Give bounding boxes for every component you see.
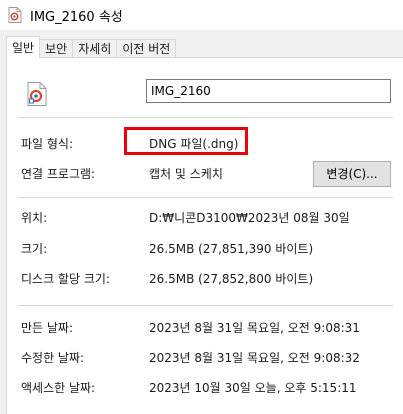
file-type-label: 파일 형식: xyxy=(21,137,74,151)
dng-file-icon xyxy=(27,82,47,106)
dng-file-icon xyxy=(8,7,22,23)
tab-details[interactable]: 자세히 xyxy=(72,39,118,58)
size-label: 크기: xyxy=(21,242,48,256)
highlight-annotation xyxy=(124,127,248,155)
properties-window: IMG_2160 속성 일반 보안 자세히 이전 버전 파일 형식: DNG 파… xyxy=(0,0,403,414)
tab-general[interactable]: 일반 xyxy=(6,36,41,58)
accessed-value: 2023년 10월 30일 오늘, 오후 5:15:11 xyxy=(149,381,357,395)
modified-value: 2023년 8월 31일 목요일, 오전 9:08:32 xyxy=(149,351,360,365)
tab-security[interactable]: 보안 xyxy=(39,39,74,58)
created-label: 만든 날짜: xyxy=(21,321,74,335)
tab-previous-versions[interactable]: 이전 버전 xyxy=(116,39,177,58)
change-program-button[interactable]: 변경(C)... xyxy=(313,161,391,187)
title-bar[interactable]: IMG_2160 속성 xyxy=(0,0,403,30)
size-value: 26.5MB (27,851,390 바이트) xyxy=(149,242,314,256)
divider xyxy=(18,305,393,306)
divider xyxy=(18,117,393,118)
modified-label: 수정한 날짜: xyxy=(21,351,85,365)
open-with-label: 연결 프로그램: xyxy=(21,167,96,181)
divider xyxy=(18,197,393,198)
created-value: 2023년 8월 31일 목요일, 오전 9:08:31 xyxy=(149,321,360,335)
accessed-label: 액세스한 날짜: xyxy=(21,381,96,395)
location-label: 위치: xyxy=(21,211,48,225)
size-on-disk-label: 디스크 할당 크기: xyxy=(21,272,110,286)
location-value: D:₩니콘D3100₩2023년 08월 30일 xyxy=(149,211,350,225)
open-with-value: 캡처 및 스케치 xyxy=(149,167,223,181)
window-title: IMG_2160 속성 xyxy=(30,10,123,25)
file-name-input[interactable] xyxy=(146,79,391,103)
tab-strip: 일반 보안 자세히 이전 버전 xyxy=(6,36,177,58)
size-on-disk-value: 26.5MB (27,852,800 바이트) xyxy=(149,272,314,286)
